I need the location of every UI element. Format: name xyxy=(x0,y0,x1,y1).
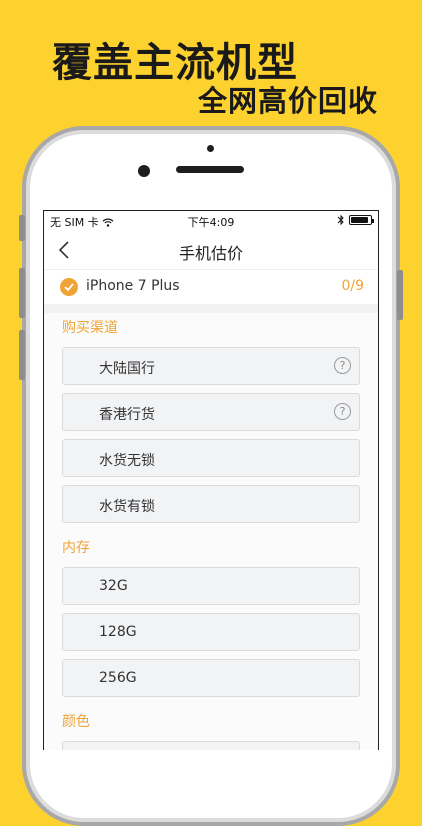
check-circle-icon xyxy=(60,278,78,296)
mute-switch xyxy=(19,215,25,241)
front-camera xyxy=(138,165,150,177)
section-title-storage: 内存 xyxy=(62,540,90,556)
model-row[interactable]: iPhone 7 Plus 0/9 xyxy=(44,269,378,305)
headline-line-2: 全网高价回收 xyxy=(197,84,378,118)
bluetooth-icon xyxy=(337,214,344,226)
option-channel-locked[interactable]: 水货有锁 xyxy=(62,485,360,523)
option-storage-128g[interactable]: 128G xyxy=(62,613,360,651)
option-label: 128G xyxy=(99,624,137,640)
progress-count: 0/9 xyxy=(341,278,364,294)
option-label: 大陆国行 xyxy=(99,361,155,377)
option-channel-mainland[interactable]: 大陆国行 ? xyxy=(62,347,360,385)
volume-up-button xyxy=(19,268,25,318)
power-button xyxy=(397,270,403,320)
app-screen: 无 SIM 卡 下午4:09 手机估价 iPhone 7 Plus 0/9 购买… xyxy=(43,210,379,750)
battery-icon xyxy=(349,215,374,225)
option-storage-32g[interactable]: 32G xyxy=(62,567,360,605)
volume-down-button xyxy=(19,330,25,380)
option-color-black[interactable]: 黑色 xyxy=(62,741,360,750)
section-divider xyxy=(44,305,378,313)
earpiece-speaker xyxy=(176,166,244,173)
question-circle-icon[interactable]: ? xyxy=(334,403,351,420)
option-label: 香港行货 xyxy=(99,407,155,423)
option-storage-256g[interactable]: 256G xyxy=(62,659,360,697)
front-sensor xyxy=(207,145,214,152)
option-label: 256G xyxy=(99,670,137,686)
status-time: 下午4:09 xyxy=(187,216,235,229)
status-bar: 无 SIM 卡 下午4:09 xyxy=(44,211,378,231)
option-label: 32G xyxy=(99,578,128,594)
model-name: iPhone 7 Plus xyxy=(86,278,180,294)
section-title-color: 颜色 xyxy=(62,714,90,730)
status-right xyxy=(337,214,374,226)
option-label: 水货无锁 xyxy=(99,453,155,469)
option-channel-unlocked[interactable]: 水货无锁 xyxy=(62,439,360,477)
option-label: 水货有锁 xyxy=(99,499,155,515)
option-channel-hongkong[interactable]: 香港行货 ? xyxy=(62,393,360,431)
section-title-channel: 购买渠道 xyxy=(62,320,118,336)
nav-bar: 手机估价 xyxy=(44,231,378,269)
question-circle-icon[interactable]: ? xyxy=(334,357,351,374)
options-list: 购买渠道 大陆国行 ? 香港行货 ? 水货无锁 水货有锁 内存 32G 128G… xyxy=(44,313,378,750)
page-title: 手机估价 xyxy=(178,244,243,263)
promo-headline: 覆盖主流机型 全网高价回收 xyxy=(0,0,422,130)
